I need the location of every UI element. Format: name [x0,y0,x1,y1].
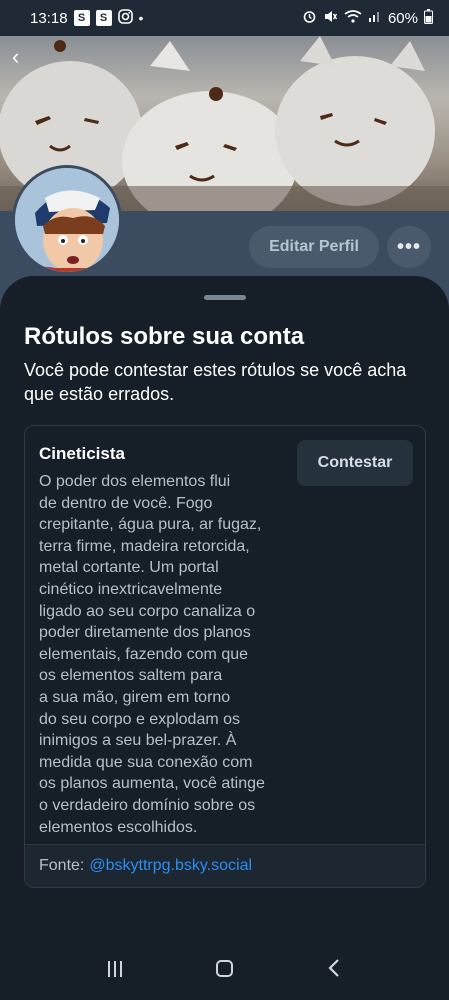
back-chevron-icon [328,959,339,977]
home-icon [215,959,233,977]
more-options-button[interactable]: ••• [387,226,431,268]
avatar[interactable] [12,165,122,275]
battery-label: 60% [387,9,418,27]
sheet-drag-handle[interactable] [204,295,246,300]
more-dots-icon: ••• [396,235,421,258]
label-card: Cineticista O poder dos elementos flui d… [24,425,426,888]
system-nav-bar [0,942,449,1000]
label-source-row: Fonte: @bskyttrpg.bsky.social [25,844,425,887]
alarm-icon [302,9,317,28]
label-description: O poder dos elementos flui de dentro de … [39,473,265,836]
signal-s-icon: S [73,10,90,26]
recents-button[interactable] [95,960,135,983]
status-bar: 13:18 S S • 60% [0,0,449,36]
cell-signal-icon [368,9,382,27]
label-name: Cineticista [39,444,125,463]
back-arrow-icon[interactable]: ‹ [12,44,19,70]
home-button[interactable] [204,959,244,983]
wifi-icon [344,9,362,28]
dot-icon: • [138,10,144,26]
battery-icon [424,8,433,28]
back-button[interactable] [314,958,354,984]
source-prefix: Fonte: [39,857,85,874]
edit-profile-button[interactable]: Editar Perfil [249,226,379,268]
status-time: 13:18 [30,9,68,27]
sheet-title: Rótulos sobre sua conta [24,323,305,350]
source-link[interactable]: @bskyttrpg.bsky.social [89,857,252,875]
signal-s-icon: S [95,10,112,26]
instagram-icon [117,9,133,27]
recents-icon [107,960,122,977]
sheet-subtitle: Você pode contestar estes rótulos se voc… [24,360,407,404]
labels-bottom-sheet: Rótulos sobre sua conta Você pode contes… [0,276,449,1000]
mute-icon [323,9,338,28]
contest-button[interactable]: Contestar [297,440,413,486]
